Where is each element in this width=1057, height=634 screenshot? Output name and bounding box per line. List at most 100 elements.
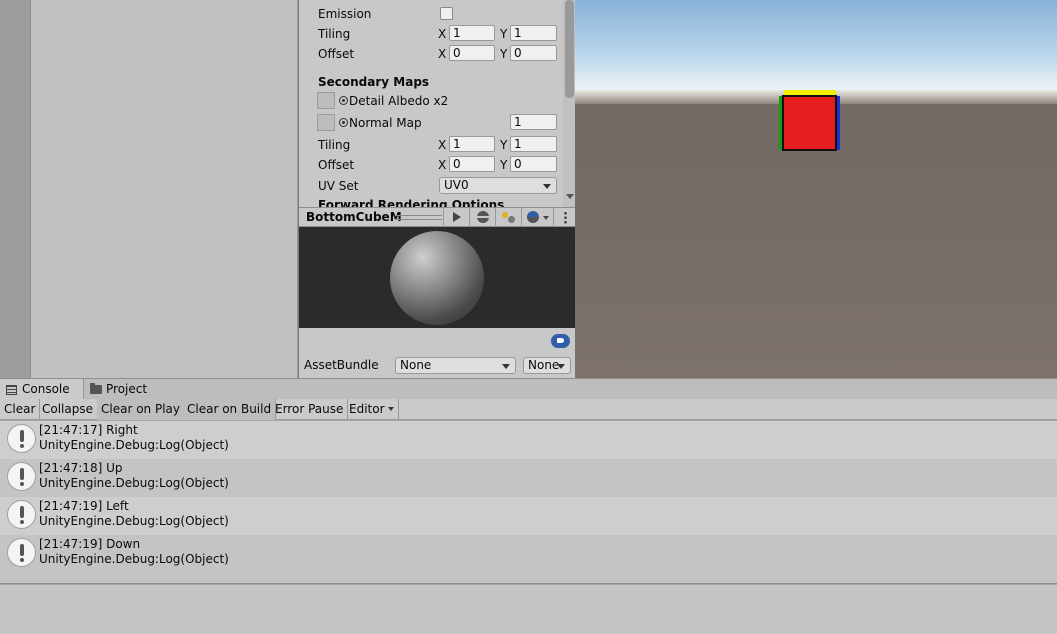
normal-map-scale-field[interactable]: 1	[510, 114, 557, 130]
log-stack-trace: UnityEngine.Debug:Log(Object)	[39, 476, 229, 490]
kebab-menu-icon	[564, 211, 567, 224]
clear-on-build-button[interactable]: Clear on Build	[183, 399, 277, 420]
tiling-y-field[interactable]: 1	[510, 25, 557, 41]
inspector-scroll-area: Emission Tiling X 1 Y 1 Offset X 0 Y 0 S…	[299, 0, 563, 207]
offset-row: Offset X 0 Y 0	[299, 45, 563, 63]
offset-label: Offset	[318, 47, 355, 61]
log-entry[interactable]: [21:47:19] Down UnityEngine.Debug:Log(Ob…	[0, 535, 1057, 573]
secondary-offset-label: Offset	[318, 158, 355, 172]
chevron-down-icon	[543, 216, 549, 220]
secondary-tiling-y-field[interactable]: 1	[510, 136, 557, 152]
scroll-down-arrow-icon[interactable]	[566, 194, 574, 199]
assetbundle-name-dropdown[interactable]: None	[395, 357, 516, 374]
secondary-tiling-label: Tiling	[318, 138, 351, 152]
object-picker-icon[interactable]	[339, 118, 348, 127]
secondary-tiling-x-axis-label: X	[438, 138, 447, 152]
console-log-list[interactable]: [21:47:17] Right UnityEngine.Debug:Log(O…	[0, 421, 1057, 584]
chevron-down-icon	[543, 184, 551, 189]
assetbundle-label: AssetBundle	[304, 358, 379, 372]
hierarchy-panel	[31, 0, 298, 378]
secondary-offset-x-field[interactable]: 0	[449, 156, 495, 172]
detail-albedo-row: Detail Albedo x2	[299, 92, 563, 110]
clear-button[interactable]: Clear	[0, 399, 41, 420]
info-message-icon	[7, 538, 36, 567]
secondary-tiling-x-field[interactable]: 1	[449, 136, 495, 152]
tiling-x-axis-label: X	[438, 27, 447, 41]
forward-rendering-header-row: Forward Rendering Options	[299, 196, 563, 207]
console-detail-pane[interactable]	[0, 585, 1057, 634]
normal-map-label: Normal Map	[349, 116, 422, 130]
log-stack-trace: UnityEngine.Debug:Log(Object)	[39, 438, 229, 452]
preview-header: BottomCubeM	[299, 207, 576, 227]
preview-mesh-button[interactable]	[469, 208, 495, 227]
uv-set-row: UV Set UV0	[299, 177, 563, 195]
secondary-maps-header-row: Secondary Maps	[299, 73, 563, 91]
detail-albedo-label: Detail Albedo x2	[349, 94, 449, 108]
material-preview-area[interactable]	[299, 227, 576, 328]
emission-checkbox[interactable]	[440, 7, 453, 20]
log-entry[interactable]: [21:47:17] Right UnityEngine.Debug:Log(O…	[0, 421, 1057, 459]
log-entry[interactable]: [21:47:18] Up UnityEngine.Debug:Log(Obje…	[0, 459, 1057, 497]
normal-map-texture-slot[interactable]	[317, 114, 335, 131]
tab-console-label: Console	[22, 382, 70, 396]
tiling-label: Tiling	[318, 27, 351, 41]
detail-albedo-texture-slot[interactable]	[317, 92, 335, 109]
log-stack-trace: UnityEngine.Debug:Log(Object)	[39, 552, 229, 566]
secondary-maps-header: Secondary Maps	[318, 75, 430, 89]
normal-map-row: Normal Map 1	[299, 114, 563, 132]
chevron-down-icon	[502, 364, 510, 369]
uv-set-dropdown[interactable]: UV0	[439, 177, 557, 194]
scene-view[interactable]	[575, 0, 1057, 378]
offset-y-field[interactable]: 0	[510, 45, 557, 61]
play-button[interactable]	[443, 208, 469, 227]
log-stack-trace: UnityEngine.Debug:Log(Object)	[39, 514, 229, 528]
emission-row: Emission	[299, 5, 563, 23]
offset-y-axis-label: Y	[500, 47, 508, 61]
tab-project[interactable]: Project	[84, 379, 164, 400]
secondary-offset-row: Offset X 0 Y 0	[299, 156, 563, 174]
material-preview-sphere	[390, 231, 484, 325]
editor-dropdown[interactable]: Editor	[345, 399, 399, 420]
emission-label: Emission	[318, 7, 372, 21]
info-message-icon	[7, 462, 36, 491]
console-icon	[6, 385, 17, 395]
console-tab-bar: Console Project	[0, 378, 1057, 400]
left-panel-strip	[0, 0, 31, 378]
cube-front-face	[782, 95, 837, 151]
log-message: [21:47:18] Up	[39, 461, 123, 475]
info-message-icon	[7, 424, 36, 453]
play-icon	[453, 212, 461, 222]
clear-on-play-button[interactable]: Clear on Play	[97, 399, 185, 420]
tiling-row: Tiling X 1 Y 1	[299, 25, 563, 43]
tab-console[interactable]: Console	[0, 379, 84, 400]
object-picker-icon[interactable]	[339, 96, 348, 105]
sphere-icon	[477, 211, 489, 223]
preview-shape-dropdown[interactable]	[521, 208, 553, 227]
scrollbar-thumb[interactable]	[565, 0, 574, 98]
chevron-down-icon	[387, 407, 394, 411]
tab-project-label: Project	[106, 382, 148, 396]
secondary-tiling-y-axis-label: Y	[500, 138, 508, 152]
info-message-icon	[7, 500, 36, 529]
assetbundle-section: AssetBundle None None	[299, 328, 576, 378]
error-pause-button[interactable]: Error Pause	[271, 399, 349, 420]
globe-icon	[527, 211, 539, 223]
assetbundle-variant-dropdown[interactable]: None	[523, 357, 571, 374]
collapse-button[interactable]: Collapse	[38, 399, 98, 420]
uv-set-label: UV Set	[318, 179, 359, 193]
preview-title: BottomCubeM	[306, 210, 402, 224]
console-toolbar: Clear Collapse Clear on Play Clear on Bu…	[0, 399, 1057, 420]
secondary-offset-y-field[interactable]: 0	[510, 156, 557, 172]
chevron-down-icon	[557, 364, 565, 369]
label-tag-icon[interactable]	[551, 334, 570, 348]
preview-light-button[interactable]	[495, 208, 521, 227]
scene-cube[interactable]	[779, 90, 840, 153]
log-entry[interactable]: [21:47:19] Left UnityEngine.Debug:Log(Ob…	[0, 497, 1057, 535]
preview-menu-button[interactable]	[553, 208, 576, 227]
uv-set-value: UV0	[444, 178, 469, 192]
drag-handle-icon[interactable]	[396, 215, 442, 220]
secondary-offset-y-axis-label: Y	[500, 158, 508, 172]
tiling-x-field[interactable]: 1	[449, 25, 495, 41]
offset-x-field[interactable]: 0	[449, 45, 495, 61]
inspector-panel: Emission Tiling X 1 Y 1 Offset X 0 Y 0 S…	[298, 0, 576, 378]
